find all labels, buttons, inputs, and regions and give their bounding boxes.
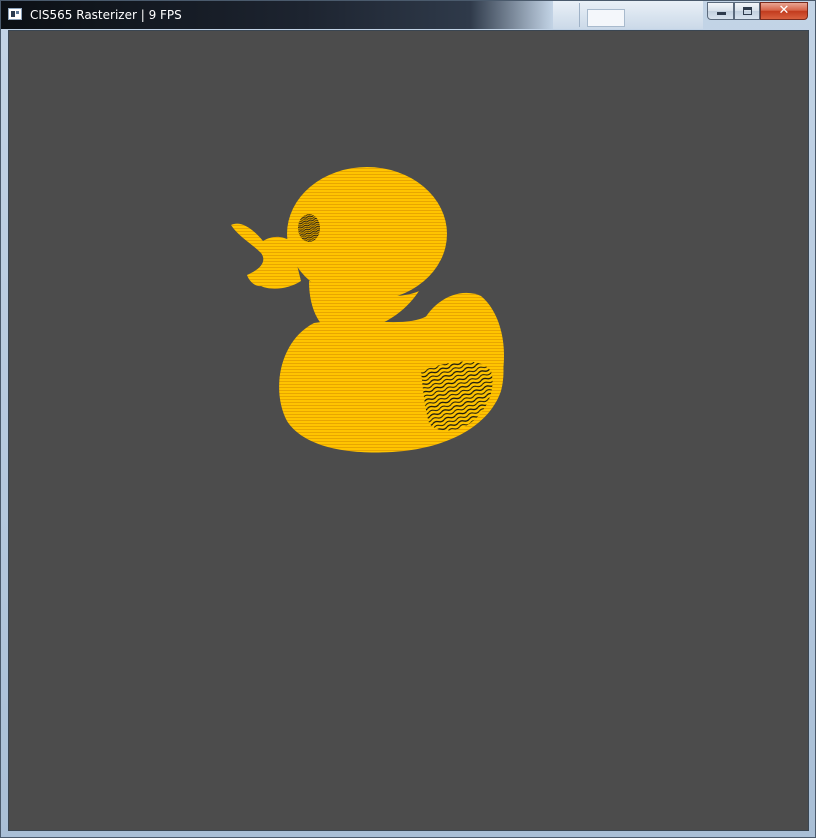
render-viewport[interactable] [8,30,809,831]
window-title: CIS565 Rasterizer | 9 FPS [30,8,182,22]
background-control [587,9,625,27]
app-window-icon[interactable] [8,8,22,20]
duck-render [231,167,505,453]
tail-artifact [421,361,493,431]
duck-eye [298,214,320,242]
app-window: CIS565 Rasterizer | 9 FPS ✕ [0,0,816,838]
caption-buttons: ✕ [707,2,809,21]
close-icon: ✕ [778,3,790,18]
minimize-button[interactable] [707,2,734,20]
background-divider [579,3,580,27]
background-window-peek [553,1,703,29]
minimize-icon [717,12,726,15]
title-bar[interactable]: CIS565 Rasterizer | 9 FPS ✕ [1,1,815,29]
maximize-icon [743,7,752,15]
close-button[interactable]: ✕ [760,2,808,20]
maximize-button[interactable] [734,2,760,20]
